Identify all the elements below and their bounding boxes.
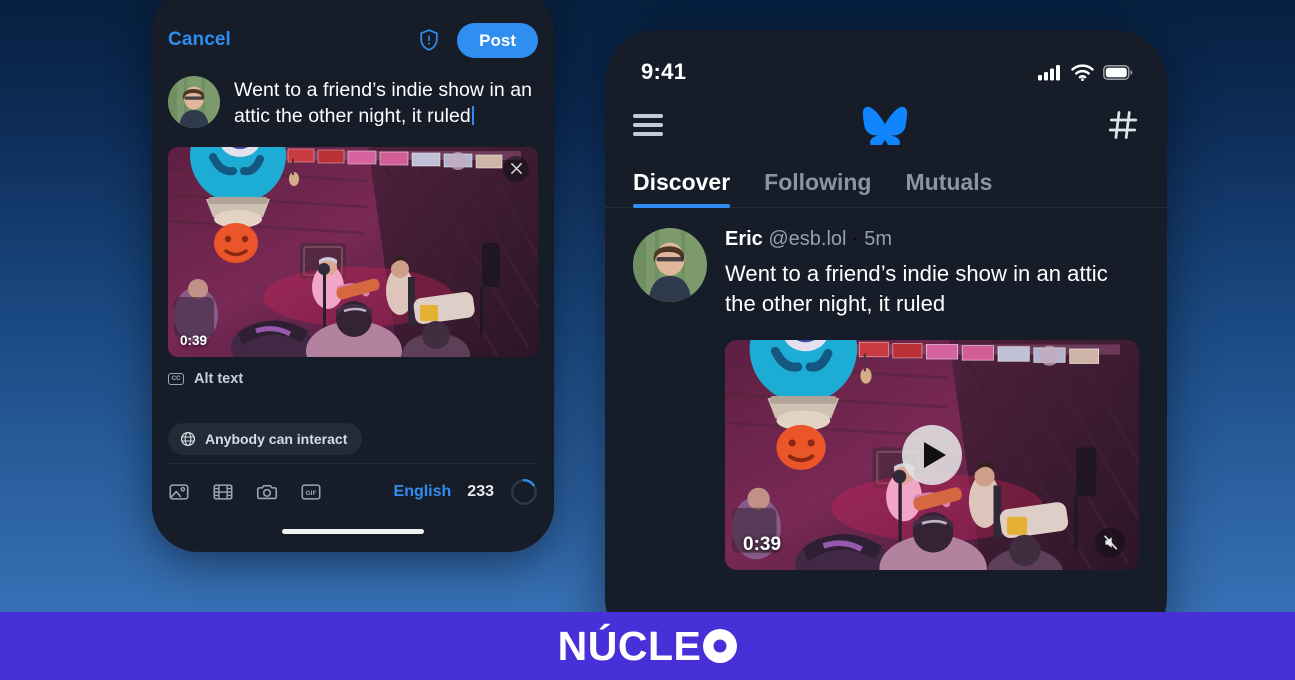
media-duration-badge: 0:39 xyxy=(180,332,208,348)
interaction-settings-chip[interactable]: Anybody can interact xyxy=(168,422,363,455)
post-avatar[interactable] xyxy=(633,228,707,302)
home-indicator xyxy=(282,529,424,534)
status-time: 9:41 xyxy=(641,59,687,84)
speaker-muted-icon xyxy=(1103,535,1117,550)
phone-left-composer: Cancel Post Went to a friend’s indie sho… xyxy=(152,0,554,552)
compose-input-row: Went to a friend’s indie show in an atti… xyxy=(168,76,538,130)
camera-icon[interactable] xyxy=(256,481,278,503)
feed-header xyxy=(605,94,1167,156)
tab-discover[interactable]: Discover xyxy=(633,169,731,208)
gif-icon[interactable]: GIF xyxy=(300,481,322,503)
nucleo-wordmark: NÚCLE xyxy=(557,622,702,669)
composer-toolbar: GIF English 233 xyxy=(168,463,538,506)
ring-o-icon xyxy=(703,629,738,663)
mute-toggle-button[interactable] xyxy=(1095,527,1125,558)
language-selector[interactable]: English xyxy=(394,483,452,501)
bluesky-butterfly-icon xyxy=(862,106,908,145)
globe-icon xyxy=(180,431,196,446)
feed-post: Eric @esb.lol · 5m Went to a friend’s in… xyxy=(605,208,1167,570)
composer-text-value: Went to a friend’s indie show in an atti… xyxy=(234,79,533,127)
cc-icon: CC xyxy=(168,372,184,385)
post-body: Eric @esb.lol · 5m Went to a friend’s in… xyxy=(725,228,1139,570)
progress-ring-icon xyxy=(511,478,537,505)
status-bar: 9:41 xyxy=(605,50,1167,94)
hashtag-icon[interactable] xyxy=(1107,109,1139,141)
post-meta-separator: · xyxy=(852,228,859,250)
screenshot-stage: Cancel Post Went to a friend’s indie sho… xyxy=(0,0,1295,680)
status-indicators xyxy=(1038,63,1133,81)
battery-full-icon xyxy=(1103,64,1133,80)
interaction-settings-label: Anybody can interact xyxy=(205,430,348,447)
video-icon[interactable] xyxy=(212,481,234,503)
play-button[interactable] xyxy=(902,424,962,485)
post-timestamp: 5m xyxy=(864,228,893,250)
alt-text-label: Alt text xyxy=(194,370,244,387)
composer-bar-actions: Post xyxy=(417,22,538,58)
alt-text-button[interactable]: CC Alt text xyxy=(168,371,538,387)
brand-footer: NÚCLE xyxy=(0,612,1295,680)
composer-top-bar: Cancel Post xyxy=(168,16,538,64)
nucleo-logo: NÚCLE xyxy=(558,623,738,670)
feed-screen: 9:41 Discover Following Mutuals Eric @es… xyxy=(605,30,1167,650)
post-text: Went to a friend’s indie show in an atti… xyxy=(725,261,1108,317)
post-media[interactable]: 0:39 xyxy=(725,339,1139,570)
composer-media-card[interactable]: 0:39 xyxy=(168,146,538,357)
composer-screen: Cancel Post Went to a friend’s indie sho… xyxy=(152,0,554,552)
phone-right-feed: 9:41 Discover Following Mutuals Eric @es… xyxy=(605,30,1167,650)
svg-text:GIF: GIF xyxy=(306,490,317,497)
cancel-button[interactable]: Cancel xyxy=(168,29,231,51)
tab-following[interactable]: Following xyxy=(764,169,871,207)
feed-tabs: Discover Following Mutuals xyxy=(605,156,1167,208)
post-button[interactable]: Post xyxy=(457,22,538,58)
image-icon[interactable] xyxy=(168,481,190,503)
wifi-icon xyxy=(1071,63,1094,81)
remove-media-button[interactable] xyxy=(503,155,529,182)
post-author-name[interactable]: Eric xyxy=(725,228,763,250)
composer-avatar[interactable] xyxy=(168,76,220,128)
hamburger-menu-icon[interactable] xyxy=(633,114,663,136)
character-count: 233 xyxy=(467,483,494,500)
play-icon xyxy=(923,441,946,468)
post-meta: Eric @esb.lol · 5m xyxy=(725,228,1139,250)
post-author-handle[interactable]: @esb.lol xyxy=(768,228,846,250)
cellular-signal-icon xyxy=(1038,64,1060,80)
video-thumbnail xyxy=(168,146,538,357)
post-duration-badge: 0:39 xyxy=(743,533,782,555)
close-icon xyxy=(510,163,522,175)
tab-mutuals[interactable]: Mutuals xyxy=(905,169,992,207)
shield-alert-icon[interactable] xyxy=(417,27,441,53)
text-caret xyxy=(471,105,474,125)
composer-text[interactable]: Went to a friend’s indie show in an atti… xyxy=(234,76,538,130)
